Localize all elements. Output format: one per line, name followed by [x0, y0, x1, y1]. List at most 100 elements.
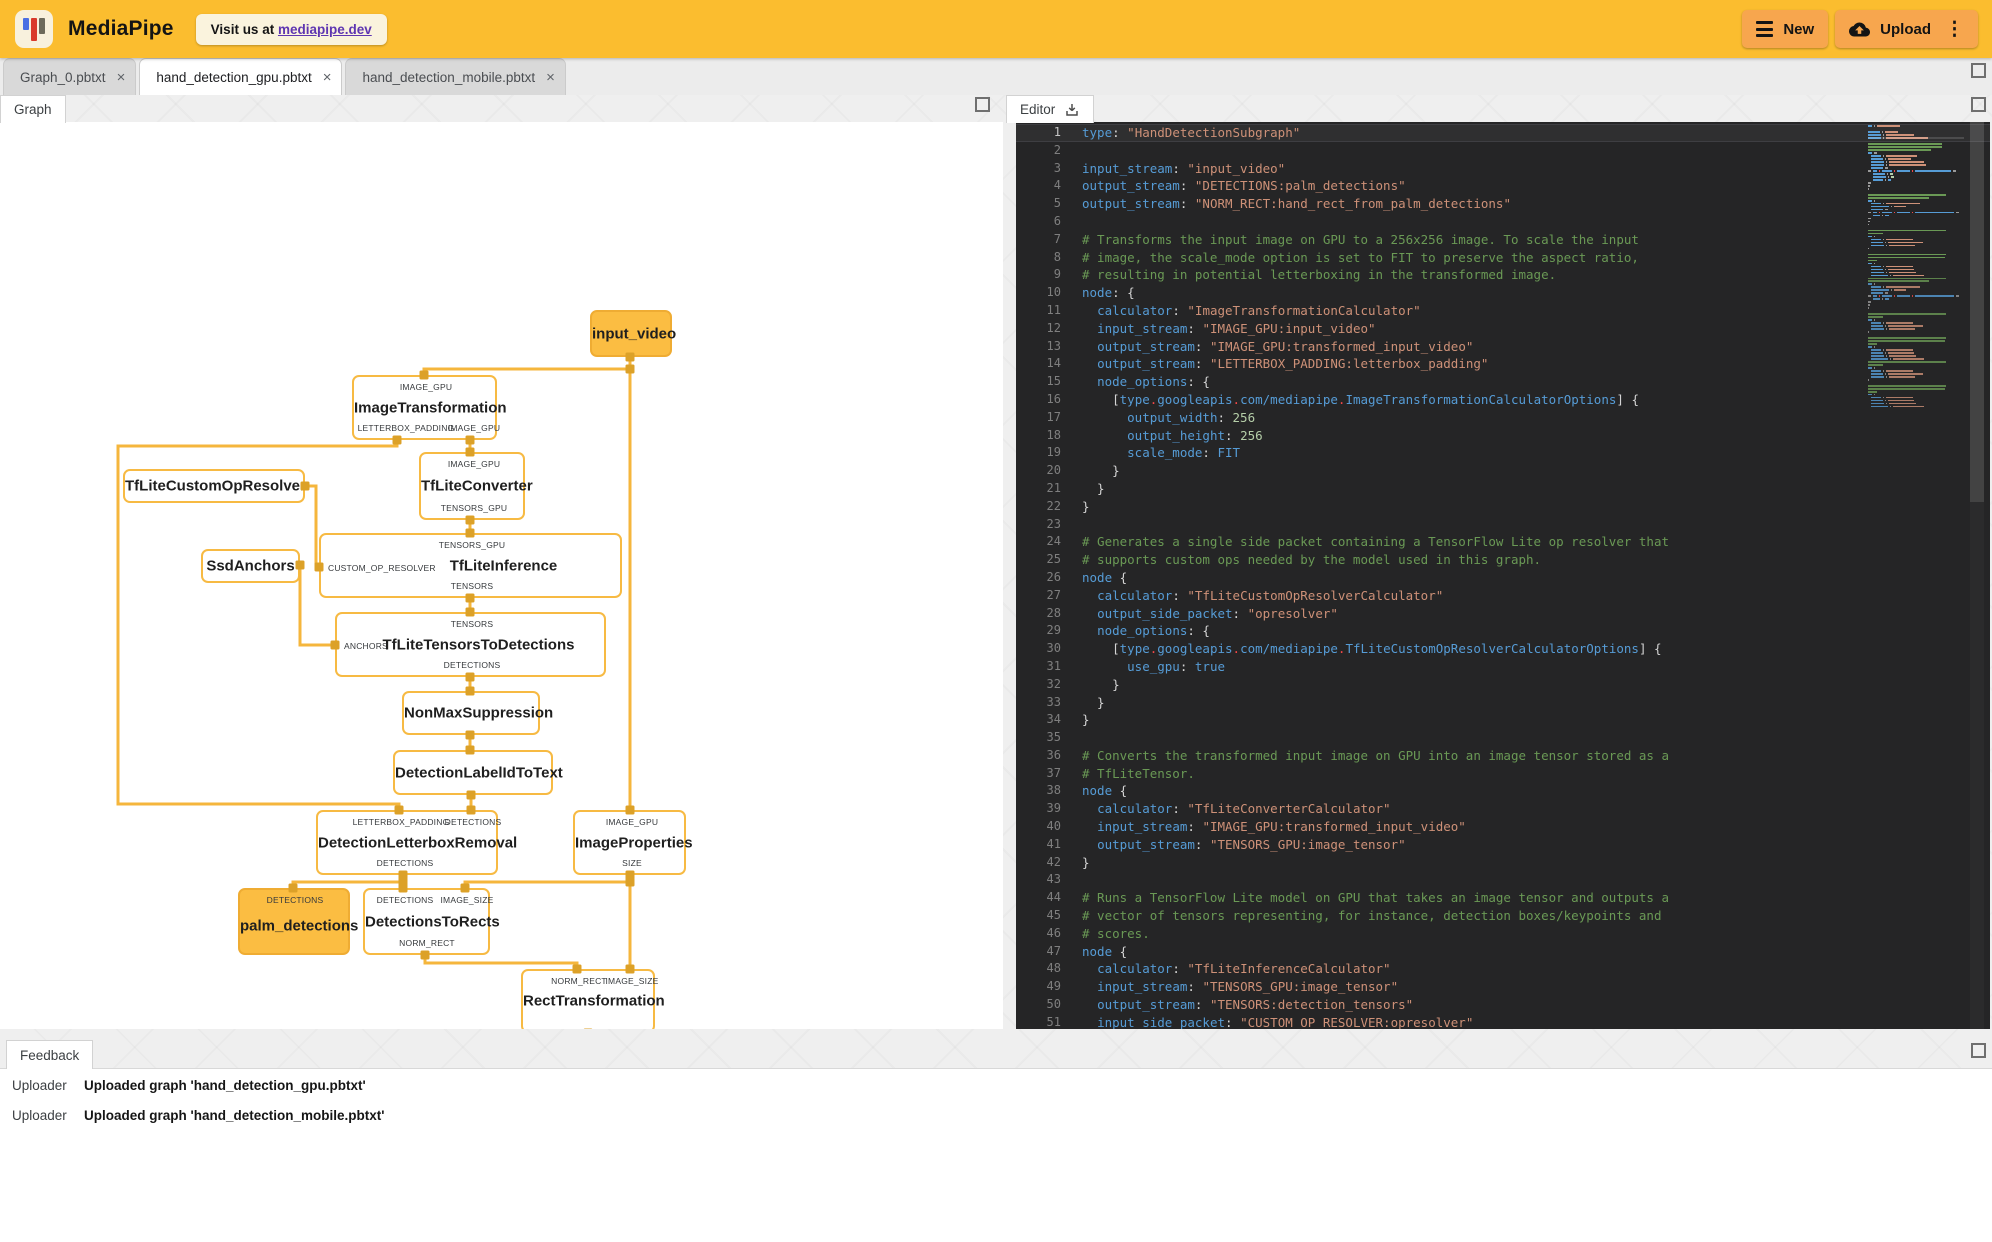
port-label: DETECTIONS	[266, 895, 324, 905]
node-label: RectTransformation	[523, 992, 665, 1010]
code-line: 26 node {	[1046, 569, 1128, 585]
download-icon[interactable]	[1064, 102, 1080, 118]
tab-close-icon[interactable]: ×	[117, 70, 126, 85]
graph-node-TfLiteInference[interactable]: TENSORS_GPU CUSTOM_OP_RESOLVER TENSORS TfLi…	[319, 533, 622, 598]
file-tab-hand_detection_gpu.pbtxt[interactable]: hand_detection_gpu.pbtxt ×	[139, 58, 343, 95]
node-label: ImageTransformation	[354, 399, 507, 416]
code-line: 48 calculator: "TfLiteInferenceCalculato…	[1046, 961, 1391, 977]
file-tab-hand_detection_mobile.pbtxt[interactable]: hand_detection_mobile.pbtxt ×	[345, 58, 566, 95]
new-button[interactable]: New	[1742, 10, 1829, 48]
graph-panel-expand-icon[interactable]	[975, 97, 990, 112]
code-line: 2	[1053, 142, 1061, 157]
node-label: input_video	[592, 325, 677, 342]
file-tab-Graph_0.pbtxt[interactable]: Graph_0.pbtxt ×	[3, 58, 137, 95]
code-line: 49 input_stream: "TENSORS_GPU:image_tens…	[1046, 979, 1399, 995]
feedback-tab-label: Feedback	[20, 1047, 80, 1063]
tab-close-icon[interactable]: ×	[323, 70, 332, 85]
tab-editor[interactable]: Editor	[1006, 95, 1095, 123]
graph-tab-label: Graph	[14, 102, 52, 117]
port-label: IMAGE_GPU	[605, 817, 659, 827]
graph-node-DetectionsToRects[interactable]: DETECTIONS IMAGE_SIZE NORM_RECT DetectionsT…	[363, 888, 500, 955]
node-label: DetectionLabelIdToText	[395, 764, 563, 781]
file-tab-label: hand_detection_mobile.pbtxt	[362, 69, 536, 85]
code-line: 40 input_stream: "IMAGE_GPU:transformed_…	[1046, 819, 1466, 835]
code-line: 15 node_options: {	[1046, 374, 1210, 390]
code-line: 47 node {	[1046, 943, 1128, 959]
graph-node-RectTransformation[interactable]: NORM_RECT IMAGE_SIZE RectTransformation	[521, 969, 665, 1029]
code-line: 1 type: "HandDetectionSubgraph"	[1016, 124, 1990, 142]
code-line: 8 # image, the scale_mode option is set t…	[1053, 249, 1639, 265]
upload-more-icon[interactable]: ⋮	[1945, 20, 1964, 39]
graph-canvas[interactable]: input_video IMAGE_GPU LETTERBOX_PADDING IMA…	[0, 122, 1003, 1029]
code-line: 50 output_stream: "TENSORS:detection_ten…	[1046, 997, 1414, 1013]
graph-node-palm_detections[interactable]: DETECTIONS palm_detections	[238, 888, 358, 955]
editor-panel-expand-icon[interactable]	[1971, 97, 1986, 112]
code-line: 6	[1053, 213, 1061, 228]
code-line: 34}	[1046, 712, 1090, 728]
code-line: 22}	[1046, 498, 1090, 514]
feedback-panel-expand-icon[interactable]	[1971, 1043, 1986, 1058]
tab-close-icon[interactable]: ×	[546, 70, 555, 85]
code-line: 9 # resulting in potential letterboxing i…	[1053, 267, 1557, 283]
code-editor[interactable]: 1 type: "HandDetectionSubgraph" 2 3 input_st…	[1016, 122, 1990, 1029]
port-label: SIZE	[622, 858, 642, 868]
graph-node-ImageProperties[interactable]: IMAGE_GPU SIZE ImageProperties	[573, 810, 693, 875]
code-line: 33 }	[1046, 694, 1105, 710]
upload-button[interactable]: Upload ⋮	[1835, 10, 1978, 48]
port-label: IMAGE_GPU	[399, 382, 453, 392]
code-line: 36 # Converts the transformed input image…	[1046, 747, 1669, 763]
code-line: 4 output_stream: "DETECTIONS:palm_detecti…	[1053, 178, 1406, 194]
graph-node-DetectionLetterboxRemoval[interactable]: LETTERBOX_PADDING DETECTIONS DETECTIONS Det…	[316, 810, 517, 875]
port-label: IMAGE_SIZE	[605, 976, 659, 986]
graph-node-TfLiteCustomOpResolver[interactable]: TfLiteCustomOpResolver	[123, 469, 306, 503]
workspace-expand-icon[interactable]	[1971, 63, 1986, 78]
new-menu-icon	[1756, 21, 1774, 37]
node-label: SsdAnchors	[206, 557, 295, 575]
app-title: MediaPipe	[68, 17, 174, 40]
code-line: 46 # scores.	[1046, 925, 1150, 941]
tab-graph[interactable]: Graph	[0, 95, 66, 123]
feedback-message: Uploaded graph 'hand_detection_mobile.pb…	[84, 1108, 385, 1123]
code-line: 20 }	[1046, 463, 1120, 479]
port-label: LETTERBOX_PADDING	[352, 817, 450, 827]
feedback-row: Uploader Uploaded graph 'hand_detection_g…	[0, 1072, 1992, 1099]
port-label: DETECTIONS	[444, 817, 502, 827]
graph-node-TfLiteConverter[interactable]: IMAGE_GPU TENSORS_GPU TfLiteConverter	[419, 452, 533, 520]
port-label: TENSORS_GPU	[440, 503, 508, 513]
upload-button-label: Upload	[1880, 20, 1931, 38]
code-line: 23	[1046, 516, 1061, 531]
code-line: 41 output_stream: "TENSORS_GPU:image_ten…	[1046, 836, 1406, 852]
code-line: 12 input_stream: "IMAGE_GPU:input_video"	[1046, 320, 1376, 336]
code-line: 17 output_width: 256	[1046, 409, 1256, 425]
node-label: ImageProperties	[575, 834, 693, 851]
node-label: TfLiteCustomOpResolver	[125, 477, 306, 495]
node-label: NonMaxSuppression	[404, 704, 554, 722]
graph-node-NonMaxSuppression[interactable]: NonMaxSuppression	[402, 691, 554, 735]
graph-node-SsdAnchors[interactable]: SsdAnchors	[201, 549, 300, 583]
port-label: TENSORS	[450, 581, 494, 591]
code-line: 16 [type.googleapis.com/mediapipe.ImageT…	[1046, 391, 1639, 407]
port-label: DETECTIONS	[443, 660, 501, 670]
code-line: 11 calculator: "ImageTransformationCalcu…	[1046, 302, 1421, 318]
code-line: 18 output_height: 256	[1046, 427, 1263, 443]
visit-us-text: Visit us at	[210, 21, 278, 37]
graph-node-DetectionLabelIdToText[interactable]: DetectionLabelIdToText	[393, 750, 563, 795]
code-line: 51 input_side_packet: "CUSTOM_OP_RESOLVE…	[1046, 1014, 1474, 1029]
mediapipe-logo-icon	[15, 10, 53, 48]
graph-node-input_video[interactable]: input_video	[590, 310, 677, 357]
mediapipe-dev-link[interactable]: mediapipe.dev	[278, 22, 372, 37]
code-line: 10 node: {	[1046, 285, 1135, 301]
tab-feedback[interactable]: Feedback	[6, 1040, 94, 1069]
graph-node-TfLiteTensorsToDetections[interactable]: TENSORS ANCHORS DETECTIONS TfLiteTensorsToD…	[335, 612, 606, 677]
code-line: 27 calculator: "TfLiteCustomOpResolverCa…	[1046, 587, 1444, 603]
code-line: 21 }	[1046, 480, 1105, 496]
app-header: MediaPipe Visit us at mediapipe.dev New …	[0, 0, 1992, 58]
port-label: IMAGE_GPU	[447, 459, 501, 469]
feedback-log: Uploader Uploaded graph 'hand_detection_g…	[0, 1068, 1992, 1242]
port-label: IMAGE_SIZE	[440, 895, 494, 905]
editor-scrollbar[interactable]	[1970, 122, 1984, 1029]
graph-node-ImageTransformation[interactable]: IMAGE_GPU LETTERBOX_PADDING IMAGE_GPU Image…	[352, 375, 507, 440]
port-label: NORM_RECT	[551, 976, 607, 986]
mediapipe-visualizer: MediaPipe Visit us at mediapipe.dev New …	[0, 0, 1992, 1242]
editor-minimap[interactable]	[1868, 125, 1964, 409]
